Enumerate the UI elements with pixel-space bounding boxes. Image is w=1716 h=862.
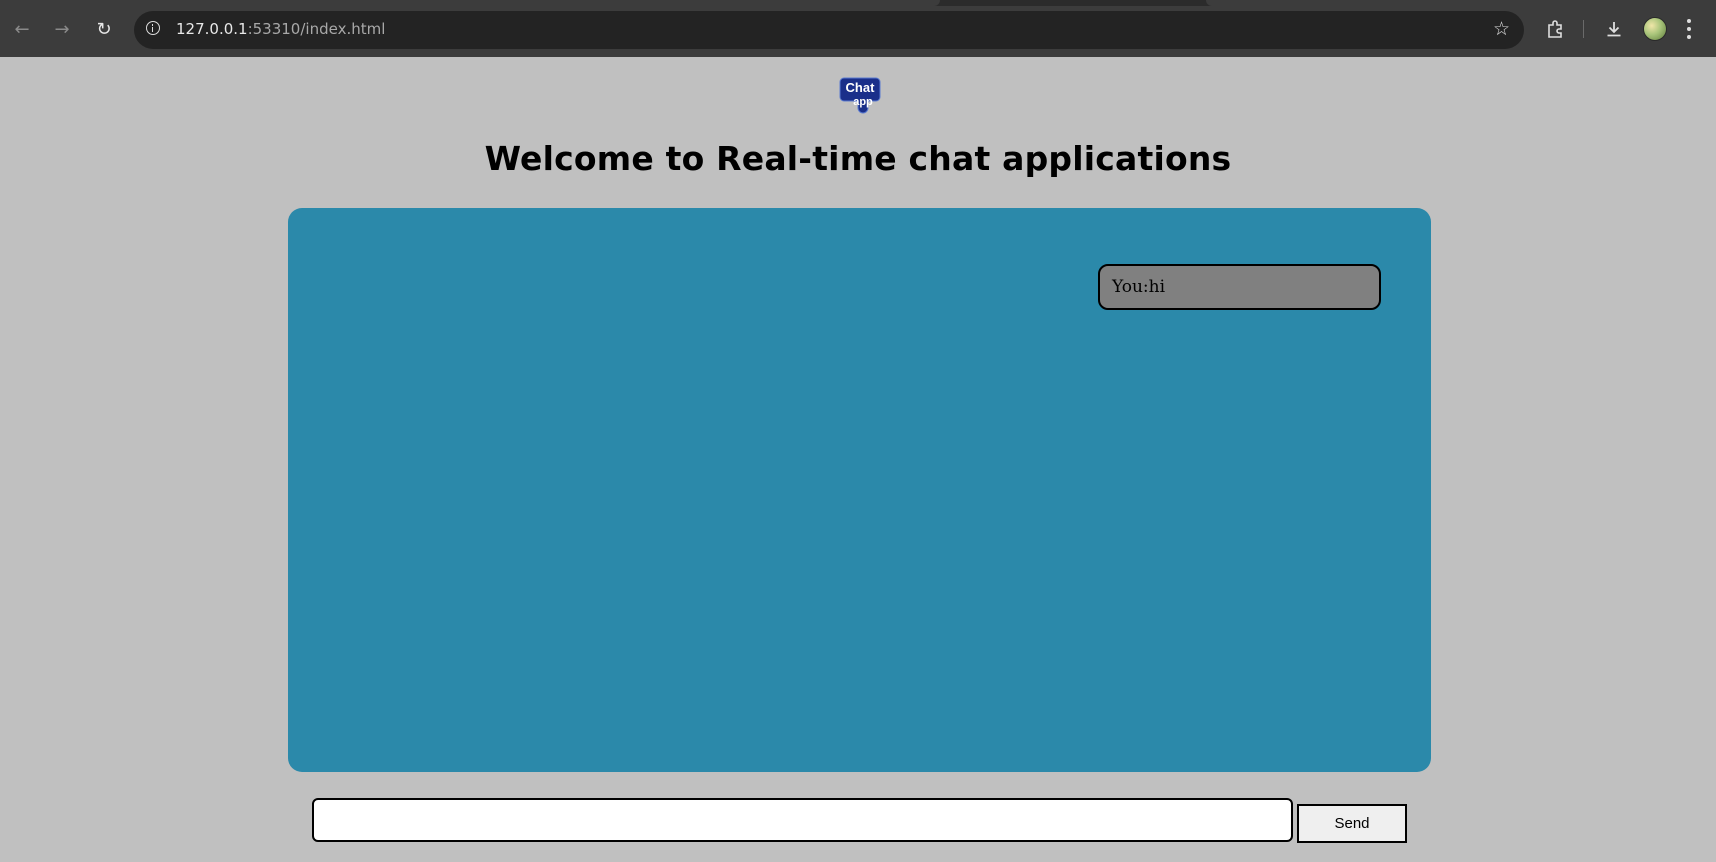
tab-background <box>1206 0 1716 6</box>
page-title: Welcome to Real-time chat applications <box>484 139 1232 178</box>
logo-text-chat: Chat <box>846 80 876 95</box>
download-icon[interactable] <box>1599 14 1629 44</box>
avatar[interactable] <box>1643 17 1667 41</box>
back-arrow-icon[interactable]: ← <box>9 16 35 42</box>
message-bubble: You:hi <box>1098 264 1381 310</box>
url-path: :53310/index.html <box>247 20 386 38</box>
url-host: 127.0.0.1 <box>176 20 248 38</box>
tab-strip <box>0 0 1716 6</box>
star-icon[interactable]: ☆ <box>1493 18 1510 40</box>
url-text[interactable]: 127.0.0.1:53310/index.html <box>176 20 385 38</box>
download-icon-graphic <box>1607 22 1621 37</box>
logo-text-app: app <box>853 96 873 108</box>
send-button[interactable]: Send <box>1297 804 1407 843</box>
message-text: You:hi <box>1112 277 1166 297</box>
reload-icon[interactable]: ↻ <box>91 16 117 42</box>
kebab-menu-icon[interactable] <box>1686 18 1692 40</box>
toolbar-divider <box>1583 20 1584 38</box>
browser-toolbar: ← → ↻ 127.0.0.1:53310/index.html ☆ <box>0 0 1716 57</box>
chat-app-logo: Chat app <box>839 77 881 114</box>
address-bar[interactable]: 127.0.0.1:53310/index.html ☆ <box>134 11 1524 49</box>
puzzle-icon[interactable] <box>1540 14 1570 44</box>
forward-arrow-icon[interactable]: → <box>49 16 75 42</box>
chat-window: You:hi <box>288 208 1431 772</box>
tab-background <box>0 0 940 6</box>
info-icon[interactable] <box>146 21 160 35</box>
message-input[interactable] <box>312 798 1293 842</box>
puzzle-icon-graphic <box>1548 20 1562 38</box>
page-body: Chat app Welcome to Real-time chat appli… <box>0 57 1716 862</box>
